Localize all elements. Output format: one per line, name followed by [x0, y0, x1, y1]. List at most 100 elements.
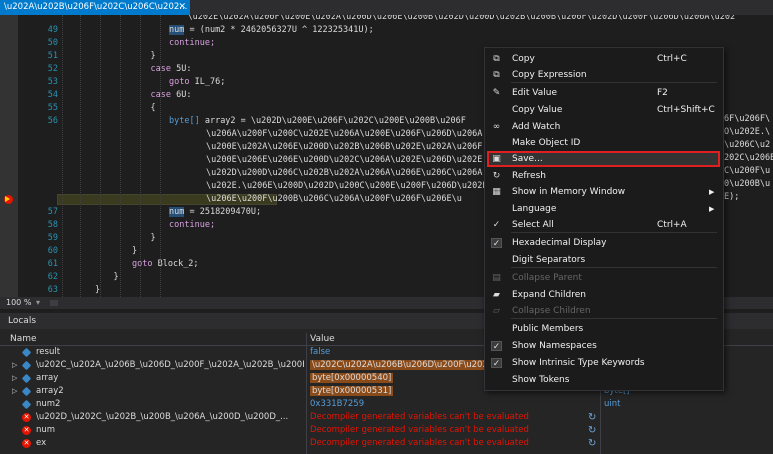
code-line[interactable]: 49 num = (num2 * 2462056327U ^ 122325341U…: [18, 24, 773, 37]
menu-item-show-in-memory-window[interactable]: ▦ Show in Memory Window ▶: [485, 184, 723, 200]
line-number: 52: [47, 64, 58, 74]
code-text: }: [150, 51, 156, 61]
code-text: \u200E\u206E\u206E\u200D\u202C\u206A\u20…: [206, 155, 493, 165]
error-icon: ✕: [22, 426, 31, 435]
code-text: \u200E\u202A\u206E\u200D\u202B\u206B\u20…: [206, 142, 483, 152]
select-all-icon: ✓: [492, 220, 501, 230]
local-name: ex: [36, 438, 47, 448]
submenu-arrow-icon: ▶: [709, 188, 715, 196]
locals-row[interactable]: ✕ num Decompiler generated variables can't…: [0, 424, 773, 437]
expand-arrow-icon[interactable]: ▷: [12, 359, 17, 372]
document-tab-strip: \u202A\u202B\u206F\u202C\u206C\u202... ✕: [0, 0, 773, 15]
horizontal-scrollbar[interactable]: [50, 300, 58, 306]
local-value[interactable]: Decompiler generated variables can't be …: [310, 411, 600, 424]
expand-arrow-icon[interactable]: ▷: [12, 372, 17, 385]
variable-icon: [21, 373, 32, 384]
locals-row[interactable]: ✕ ex Decompiler generated variables can't …: [0, 437, 773, 450]
locals-row[interactable]: num2 0x331B7259 uint: [0, 398, 773, 411]
code-line[interactable]: \u202E\u202A\u206F\u200E\u202A\u200D\u20…: [18, 15, 773, 24]
line-number: 56: [47, 116, 58, 126]
indent-guide: [160, 15, 161, 297]
close-tab-icon[interactable]: ✕: [178, 0, 186, 15]
local-value[interactable]: Decompiler generated variables can't be …: [310, 424, 600, 437]
variable-icon: [21, 347, 32, 358]
code-text: case 6U:: [150, 90, 192, 100]
menu-item-label: Show Intrinsic Type Keywords: [512, 358, 645, 368]
menu-item-digit-separators[interactable]: Digit Separators: [485, 252, 723, 268]
menu-item-make-object-id[interactable]: Make Object ID: [485, 135, 723, 151]
menu-item-shortcut: Ctrl+Shift+C: [657, 105, 715, 115]
refresh-icon[interactable]: ↻: [588, 437, 596, 450]
local-value[interactable]: 0x331B7259: [310, 398, 600, 411]
menu-item-label: Refresh: [512, 171, 546, 181]
document-tab[interactable]: \u202A\u202B\u206F\u202C\u206C\u202... ✕: [0, 0, 190, 15]
menu-item-expand-children[interactable]: ▰ Expand Children: [485, 287, 723, 303]
indent-guide: [80, 15, 81, 297]
menu-item-copy-expression[interactable]: ⧉ Copy Expression: [485, 67, 723, 83]
menu-item-label: Language: [512, 204, 557, 214]
breakpoint-gutter[interactable]: [0, 15, 18, 297]
local-value[interactable]: Decompiler generated variables can't be …: [310, 437, 600, 450]
refresh-icon[interactable]: ↻: [588, 424, 596, 437]
menu-item-select-all[interactable]: ✓ Select All Ctrl+A: [485, 217, 723, 233]
pencil-icon: ✎: [492, 88, 501, 98]
menu-item-label: Expand Children: [512, 290, 586, 300]
error-icon: ✕: [22, 413, 31, 422]
line-number: 61: [47, 259, 58, 269]
line-number: 51: [47, 51, 58, 61]
glasses-icon: ∞: [492, 122, 501, 132]
menu-item-shortcut: Ctrl+C: [657, 54, 687, 64]
menu-item-refresh[interactable]: ↻ Refresh: [485, 168, 723, 184]
context-menu: ⧉ Copy Ctrl+C ⧉ Copy Expression ✎ Edit Value F2…: [484, 47, 724, 391]
check-icon: ✓: [491, 358, 502, 369]
code-text: goto Block_2;: [132, 259, 199, 269]
local-type: uint: [604, 399, 621, 409]
line-number: 57: [47, 207, 58, 217]
menu-item-language[interactable]: Language ▶: [485, 201, 723, 217]
current-line-arrow-icon: [5, 196, 10, 202]
menu-item-collapse-children[interactable]: ▱ Collapse Children: [485, 303, 723, 319]
zoom-level[interactable]: 100 %: [6, 297, 31, 309]
error-icon: ✕: [22, 439, 31, 448]
menu-item-label: Show Tokens: [512, 375, 570, 385]
menu-item-show-intrinsic-type-keywords[interactable]: ✓ Show Intrinsic Type Keywords: [485, 355, 723, 371]
menu-item-collapse-parent[interactable]: ▤ Collapse Parent: [485, 270, 723, 286]
code-overflow-text: E);: [724, 192, 740, 202]
menu-item-label: Digit Separators: [512, 255, 586, 265]
menu-item-edit-value[interactable]: ✎ Edit Value F2: [485, 85, 723, 101]
check-icon: ✓: [491, 341, 502, 352]
menu-item-show-namespaces[interactable]: ✓ Show Namespaces: [485, 338, 723, 354]
menu-item-label: Public Members: [512, 324, 584, 334]
menu-item-label: Edit Value: [512, 88, 558, 98]
check-icon: ✓: [491, 238, 502, 249]
menu-item-copy[interactable]: ⧉ Copy Ctrl+C: [485, 51, 723, 67]
code-text: \u202E\u202A\u206F\u200E\u202A\u200D\u20…: [187, 15, 736, 22]
code-overflow-text: 0\u200B\u: [724, 179, 771, 189]
menu-item-label: Make Object ID: [512, 138, 581, 148]
local-name: \u202D_\u202C_\u202B_\u200B_\u206A_\u200…: [36, 412, 289, 422]
menu-item-label: Copy: [512, 54, 535, 64]
menu-item-save[interactable]: ▣ Save...: [487, 151, 720, 167]
menu-item-hexadecimal-display[interactable]: ✓ Hexadecimal Display: [485, 235, 723, 251]
code-text: \u202D\u200D\u206C\u202B\u202A\u206A\u20…: [206, 168, 483, 178]
menu-item-label: Copy Expression: [512, 70, 587, 80]
name-column-header[interactable]: Name: [10, 333, 37, 345]
expand-folder-icon: ▰: [493, 290, 500, 300]
locals-row[interactable]: ✕ \u202D_\u202C_\u202B_\u200B_\u206A_\u20…: [0, 411, 773, 424]
chevron-down-icon[interactable]: ▾: [36, 297, 40, 309]
menu-item-add-watch[interactable]: ∞ Add Watch: [485, 119, 723, 135]
copy-expression-icon: ⧉: [493, 70, 500, 80]
code-text: continue;: [169, 38, 216, 48]
value-column-header[interactable]: Value: [310, 333, 335, 345]
refresh-icon: ↻: [492, 171, 501, 181]
submenu-arrow-icon: ▶: [709, 205, 715, 213]
indent-guide: [62, 15, 63, 297]
code-text: {: [150, 103, 156, 113]
expand-arrow-icon[interactable]: ▷: [12, 385, 17, 398]
indent-guide: [140, 15, 141, 297]
collapse-parent-icon: ▤: [492, 273, 501, 283]
menu-item-copy-value[interactable]: Copy Value Ctrl+Shift+C: [485, 102, 723, 118]
menu-item-public-members[interactable]: Public Members: [485, 321, 723, 337]
refresh-icon[interactable]: ↻: [588, 411, 596, 424]
menu-item-show-tokens[interactable]: Show Tokens: [485, 372, 723, 388]
